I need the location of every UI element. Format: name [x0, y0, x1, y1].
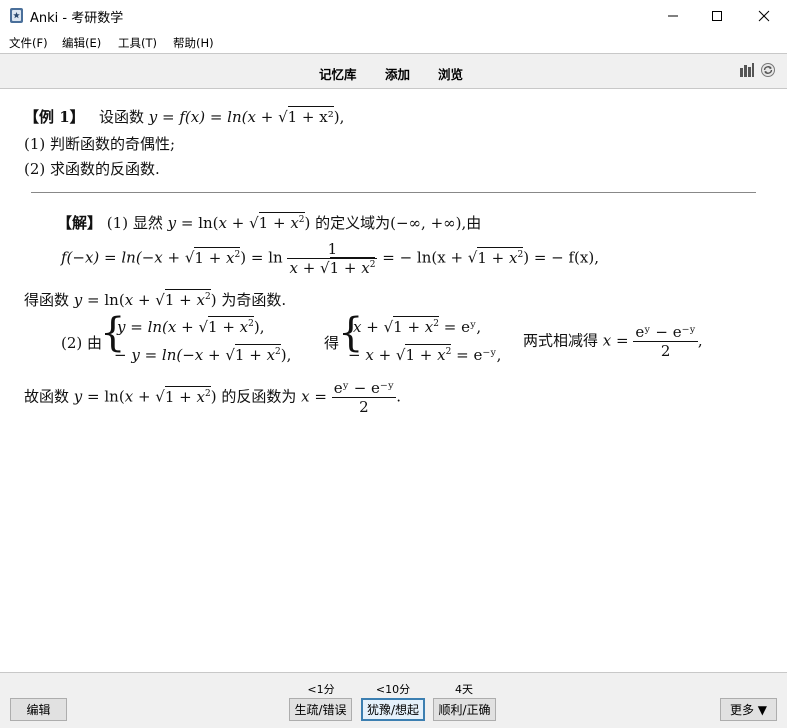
menu-edit[interactable]: 编辑(E)	[62, 35, 101, 51]
question-prefix: 设函数	[98, 108, 144, 126]
answer-4-tail-text: 两式相减得	[523, 331, 599, 350]
question-line-1: 【例 1】 设函数 y = f(x) = ln(x + √1 + x²),	[24, 106, 345, 126]
answer-line-1: 【解】 (1) 显然 y = ln(x + √1 + x2) 的定义域为(−∞,…	[57, 212, 482, 232]
interval-again: <1分	[307, 683, 335, 696]
toolbar-decks-link[interactable]: 记忆库	[319, 64, 357, 83]
system-2-eq-1: x + √1 + x2 = eʸ,	[353, 316, 482, 336]
menu-tools[interactable]: 工具(T)	[118, 35, 157, 51]
answer-2-mid: ) = ln	[240, 248, 283, 267]
maximize-button[interactable]	[694, 0, 740, 31]
answer-5-start: 故函数	[24, 387, 70, 406]
menu-help[interactable]: 帮助(H)	[173, 35, 214, 51]
card-display: 【例 1】 设函数 y = f(x) = ln(x + √1 + x²), (1…	[0, 89, 787, 672]
solution-label: 【解】	[57, 214, 103, 232]
toolbar-browse-link[interactable]: 浏览	[438, 64, 463, 83]
question-part-2: (2) 求函数的反函数.	[24, 160, 160, 178]
system-1-eq-1-text: y = ln(x +	[117, 318, 194, 336]
answer-again-button[interactable]: 生疏/错误	[289, 698, 352, 721]
minimize-button[interactable]	[650, 0, 696, 31]
sync-icon[interactable]	[760, 62, 776, 78]
answer-2-f: f(−x) = ln(−x +	[61, 248, 181, 267]
answer-hard-button[interactable]: 犹豫/想起	[361, 698, 425, 721]
close-button[interactable]	[741, 0, 787, 31]
title-bar: Anki - 考研数学	[0, 0, 787, 31]
answer-line-5: 故函数 y = ln(x + √1 + x2) 的反函数为 x = eʸ − e…	[24, 379, 401, 416]
answer-2-end: ) = − f(x),	[523, 248, 599, 267]
main-toolbar: 记忆库 添加 浏览	[0, 53, 787, 89]
question-sqrt: 1 + x²	[287, 106, 334, 126]
answer-3-tail: 为奇函数.	[221, 291, 287, 309]
window-title: Anki - 考研数学	[30, 11, 124, 26]
answer-line-3: 得函数 y = ln(x + √1 + x2) 为奇函数.	[24, 289, 287, 309]
answer-2-eq: = − ln(x +	[382, 248, 464, 267]
more-button[interactable]: 更多 ▼	[720, 698, 777, 721]
answer-line-2: f(−x) = ln(−x + √1 + x2) = ln 1 x + √1 +…	[61, 240, 599, 277]
menu-file[interactable]: 文件(F)	[9, 35, 48, 51]
system-2-eq-2: − x + √1 + x2 = e⁻ʸ,	[348, 344, 502, 364]
fraction-inverse-2-den: 2	[359, 398, 369, 416]
answer-4-tail: 两式相减得 x = eʸ − e⁻ʸ 2 ,	[523, 323, 703, 360]
fraction-inverse-2: eʸ − e⁻ʸ 2	[331, 379, 397, 416]
system-2-eq-2-end: = e⁻ʸ,	[456, 346, 502, 364]
answer-4-mid: 得	[324, 334, 340, 352]
interval-hard: <10分	[375, 683, 411, 696]
system-1-eq-2: − y = ln(−x + √1 + x2),	[114, 344, 292, 364]
interval-good: 4天	[455, 683, 473, 696]
answer-1-tail: 的定义域为(−∞, +∞),由	[315, 214, 482, 232]
fraction-inverse-2-num: eʸ − e⁻ʸ	[331, 379, 397, 398]
minimize-icon	[668, 15, 678, 16]
answer-4-start: (2) 由	[61, 334, 103, 352]
edit-card-button[interactable]: 编辑	[10, 698, 67, 721]
system-1-eq-1: y = ln(x + √1 + x2),	[117, 316, 265, 336]
system-1-eq-2-text: − y = ln(−x +	[114, 346, 221, 364]
fraction-reciprocal: 1 x + √1 + x2	[287, 240, 378, 277]
menu-bar: 文件(F) 编辑(E) 工具(T) 帮助(H)	[0, 31, 787, 53]
question-end: ),	[333, 108, 345, 126]
anki-app-icon	[10, 8, 23, 23]
answer-good-button[interactable]: 顺利/正确	[433, 698, 496, 721]
question-part-1: (1) 判断函数的奇偶性;	[24, 135, 176, 153]
answer-separator	[31, 192, 756, 193]
close-icon	[758, 10, 770, 21]
fraction-inverse-1: eʸ − e⁻ʸ 2	[633, 323, 698, 360]
stats-icon[interactable]	[739, 62, 755, 78]
toolbar-add-link[interactable]: 添加	[385, 64, 410, 83]
fraction-inverse-1-num: eʸ − e⁻ʸ	[633, 323, 698, 342]
example-label: 【例 1】	[24, 108, 85, 126]
answer-5-tail: 的反函数为	[221, 387, 297, 406]
system-2-eq-1-end: = eʸ,	[443, 318, 482, 336]
answer-3-start: 得函数	[24, 291, 70, 309]
fraction-inverse-1-den: 2	[660, 342, 671, 360]
answer-1-start: (1) 显然	[106, 214, 163, 232]
maximize-icon	[712, 10, 722, 21]
question-formula: y = f(x) = ln(x +	[148, 108, 274, 126]
